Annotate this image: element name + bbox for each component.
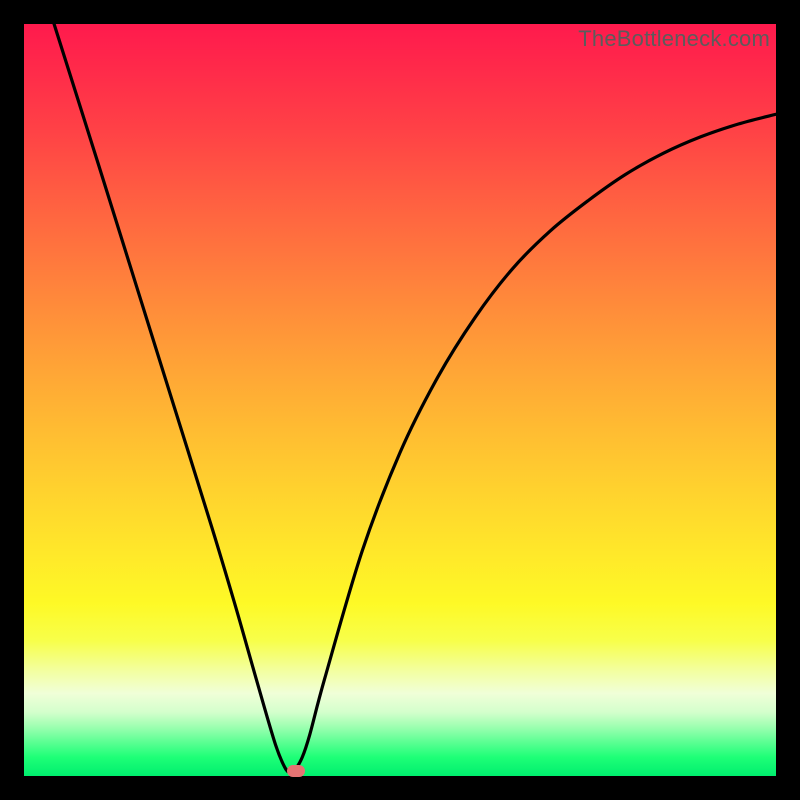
chart-frame: TheBottleneck.com	[24, 24, 776, 776]
optimal-point-marker	[287, 765, 305, 777]
bottleneck-curve	[24, 24, 776, 776]
